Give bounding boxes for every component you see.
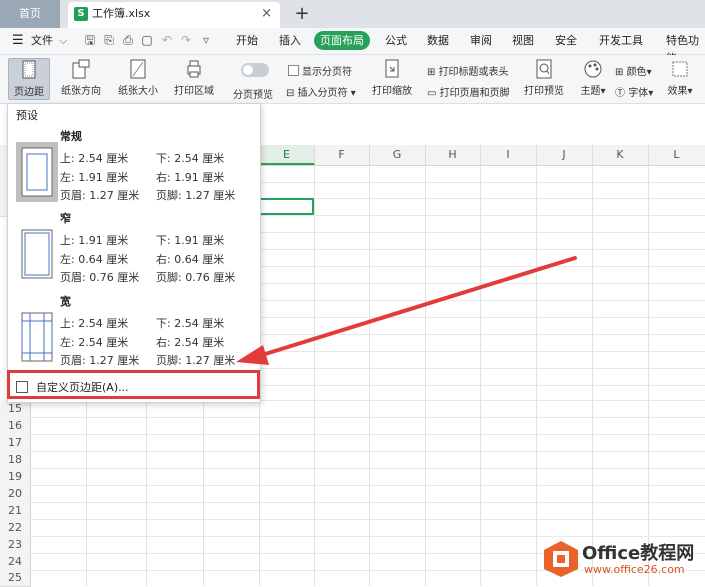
watermark-title: Office教程网 (582, 543, 695, 564)
watermark: Office教程网 www.office26.com (540, 535, 700, 583)
watermark-url: www.office26.com (584, 563, 685, 576)
office-logo-icon (544, 541, 578, 577)
annotation-arrow (236, 256, 577, 365)
